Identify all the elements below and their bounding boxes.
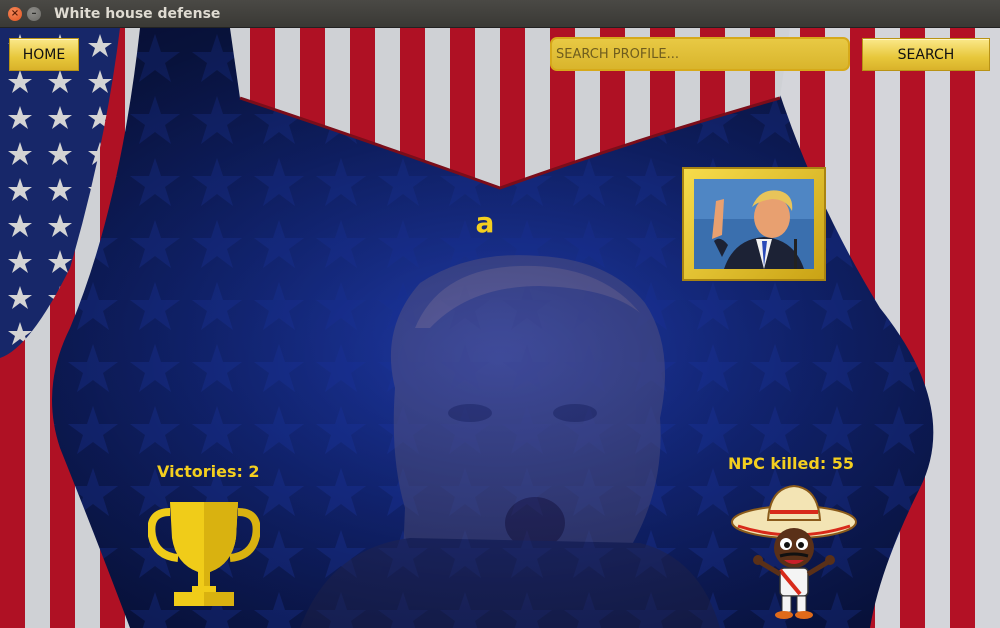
sombrero-character-icon xyxy=(730,482,860,626)
window-titlebar[interactable]: × – White house defense xyxy=(0,0,1000,28)
player-name: a xyxy=(475,206,495,239)
minimize-window-button[interactable]: – xyxy=(27,7,41,21)
president-portrait-icon xyxy=(694,179,814,269)
close-window-button[interactable]: × xyxy=(8,7,22,21)
window-title: White house defense xyxy=(54,6,221,22)
profile-picture-frame[interactable] xyxy=(682,167,826,281)
game-stage: HOME SEARCH a Victories: 2 NPC killed: 5… xyxy=(0,28,1000,628)
victories-count: Victories: 2 xyxy=(157,462,260,481)
npc-killed-count: NPC killed: 55 xyxy=(728,454,855,473)
search-button[interactable]: SEARCH xyxy=(862,38,990,71)
trophy-icon xyxy=(147,498,261,614)
home-button[interactable]: HOME xyxy=(9,38,79,71)
search-profile-input[interactable] xyxy=(550,37,850,71)
